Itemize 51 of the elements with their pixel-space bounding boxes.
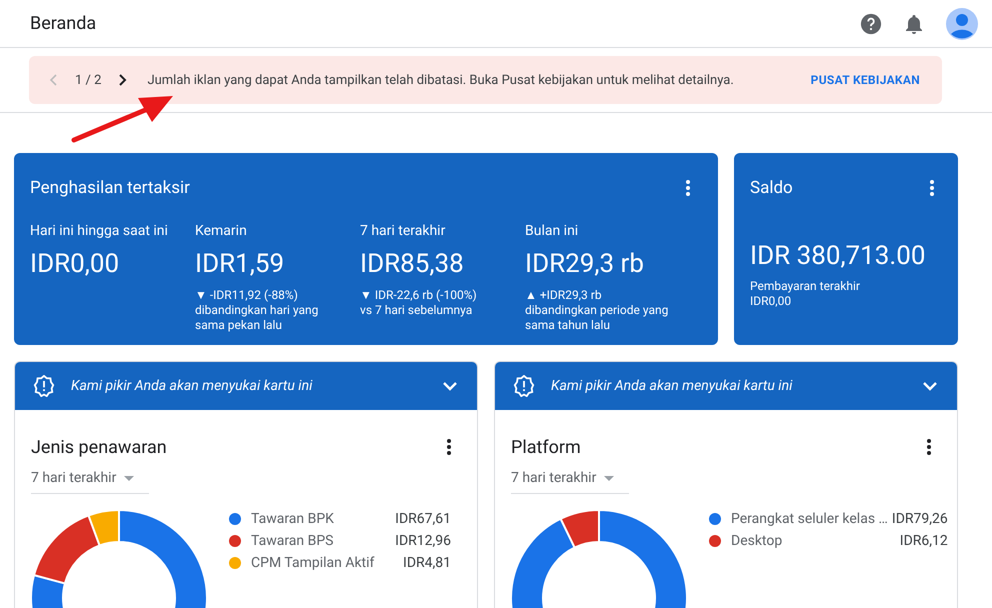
legend-label: Desktop (731, 533, 784, 549)
caret-icon (124, 476, 134, 480)
next-icon[interactable] (117, 74, 128, 86)
suggestion-text: Kami pikir Anda akan menyukai kartu ini (551, 378, 794, 394)
legend-label: Perangkat seluler kelas … (731, 511, 888, 527)
metric-change: ▲ +IDR29,3 rb (525, 288, 603, 303)
card-title: Platform (511, 436, 581, 458)
metric-label: Hari ini hingga saat ini (30, 223, 169, 239)
balance-value: IDR 380,713.00 (750, 241, 926, 271)
date-range-dropdown[interactable]: 7 hari terakhir (511, 470, 629, 494)
legend-label: Tawaran BPS (251, 533, 334, 549)
page-counter: 1 / 2 (75, 72, 102, 88)
alert-badge-icon (33, 375, 55, 397)
metric-label: Kemarin (195, 223, 248, 239)
metric-label: 7 hari terakhir (360, 223, 446, 239)
metric-value: IDR1,59 (195, 249, 286, 279)
avatar-icon[interactable] (946, 8, 978, 40)
metric-value: IDR29,3 rb (525, 249, 645, 279)
suggestion-text: Kami pikir Anda akan menyukai kartu ini (71, 378, 314, 394)
metric-comparison: dibandingkan periode yang sama tahun lalu (525, 303, 670, 333)
card-title: Jenis penawaran (31, 436, 167, 458)
banner-message: Jumlah iklan yang dapat Anda tampilkan telah dibatasi. Buka Pusat kebijakan untuk melihat detailnya. (147, 72, 734, 88)
card-title: Penghasilan tertaksir (30, 178, 190, 198)
card-title: Saldo (750, 178, 793, 198)
legend-label: CPM Tampilan Aktif (251, 555, 376, 571)
page-title: Beranda (30, 13, 96, 34)
legend-label: Tawaran BPK (251, 511, 335, 527)
last-payment-label: Pembayaran terakhir (750, 279, 861, 294)
legend-value: IDR12,96 (395, 533, 451, 549)
last-payment-value: IDR0,00 (750, 294, 792, 309)
caret-icon (604, 476, 614, 480)
metric-value: IDR0,00 (30, 249, 120, 279)
metric-comparison: vs 7 hari sebelumnya (360, 303, 474, 318)
help-icon[interactable] (860, 12, 882, 34)
policy-center-link[interactable]: PUSAT KEBIJAKAN (810, 73, 920, 87)
metric-comparison: dibandingkan hari yang sama pekan lalu (195, 303, 320, 333)
legend-value: IDR4,81 (403, 555, 451, 571)
metric-change: ▼ IDR-22,6 rb (-100%) (360, 288, 478, 303)
chevron-down-icon[interactable] (443, 382, 457, 390)
legend-value: IDR6,12 (900, 533, 948, 549)
alert-badge-icon (513, 375, 535, 397)
metric-label: Bulan ini (525, 223, 580, 239)
more-options-icon[interactable] (927, 439, 931, 455)
notifications-icon[interactable] (904, 12, 924, 34)
metric-value: IDR85,38 (360, 249, 465, 279)
metric-change: ▼ -IDR11,92 (-88%) (195, 288, 299, 303)
legend-value: IDR79,26 (892, 511, 948, 527)
chevron-down-icon[interactable] (923, 382, 937, 390)
legend-value: IDR67,61 (395, 511, 451, 527)
more-options-icon[interactable] (447, 439, 451, 455)
date-range-dropdown[interactable]: 7 hari terakhir (31, 470, 149, 494)
